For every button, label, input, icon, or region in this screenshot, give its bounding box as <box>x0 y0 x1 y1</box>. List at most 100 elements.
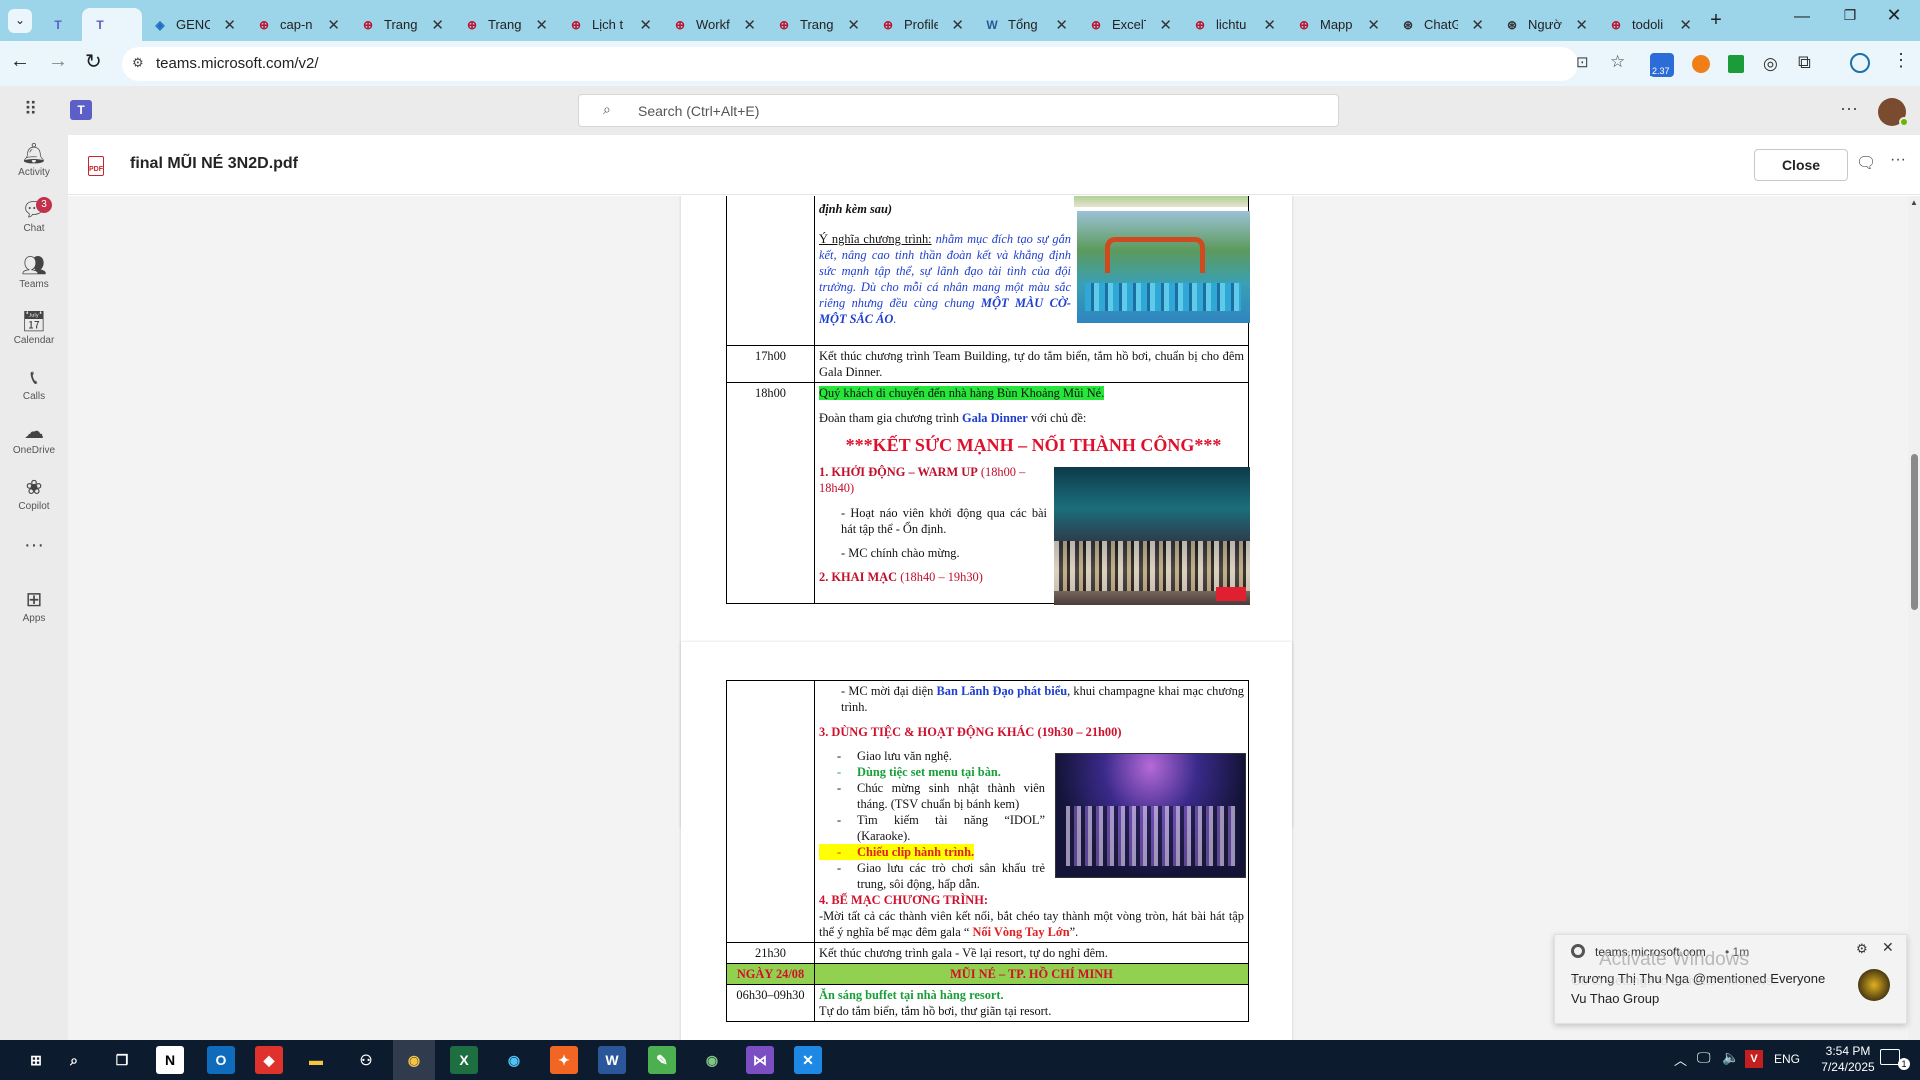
search-input[interactable]: ⌕ Search (Ctrl+Alt+E) <box>578 94 1339 127</box>
taskbar-search-icon[interactable]: ⌕ <box>60 1046 88 1074</box>
extension-green-icon[interactable] <box>1728 55 1744 73</box>
word-icon[interactable]: W <box>598 1046 626 1074</box>
close-button[interactable]: Close <box>1754 149 1848 181</box>
rail-item[interactable]: 📞︎ Calls <box>0 365 68 402</box>
volume-icon[interactable]: 🔈 <box>1722 1049 1739 1066</box>
clock-date[interactable]: 7/24/2025 <box>1818 1060 1878 1074</box>
extension-chrome-icon[interactable]: ◎ <box>1763 54 1778 74</box>
tray-chevron-icon[interactable]: ︿ <box>1674 1050 1687 1069</box>
browser-tab[interactable]: ⊛ Người ✕ <box>1494 8 1598 41</box>
tab-search-button[interactable]: ⌄ <box>8 9 32 33</box>
anydesk-icon[interactable]: ◆ <box>255 1046 283 1074</box>
closing-heading: 4. BẾ MẠC CHƯƠNG TRÌNH: <box>819 893 988 907</box>
network-icon[interactable]: 🖵 <box>1697 1049 1711 1066</box>
close-tab-icon[interactable]: ✕ <box>951 16 964 34</box>
reload-button[interactable]: ↻ <box>85 49 102 74</box>
close-tab-icon[interactable]: ✕ <box>1159 16 1172 34</box>
bookmark-star-icon[interactable]: ☆ <box>1610 52 1625 72</box>
close-tab-icon[interactable]: ✕ <box>639 16 652 34</box>
notification-center-icon[interactable] <box>1880 1049 1900 1065</box>
close-tab-icon[interactable]: ✕ <box>743 16 756 34</box>
close-tab-icon[interactable]: ✕ <box>1263 16 1276 34</box>
extensions-puzzle-icon[interactable]: ⧉ <box>1798 52 1811 73</box>
scroll-thumb[interactable] <box>1911 454 1918 610</box>
browser-tab[interactable]: ⊕ lichtu ✕ <box>1182 8 1286 41</box>
pdf-viewer[interactable]: định kèm sau) Ý nghĩa chương trình: nhằm… <box>68 196 1908 1040</box>
conversation-icon[interactable]: 🗨 <box>1856 153 1876 173</box>
rail-item[interactable]: ☁ OneDrive <box>0 419 68 456</box>
brave-icon[interactable]: ✦ <box>550 1046 578 1074</box>
browser-tab[interactable]: ⊕ ExcelT ✕ <box>1078 8 1182 41</box>
file-more-icon[interactable]: ··· <box>1890 151 1906 169</box>
bell-icon: 🔔︎ <box>21 143 47 165</box>
network-app-icon[interactable]: ⚇ <box>352 1046 380 1074</box>
restore-button[interactable]: ❐ <box>1838 7 1862 24</box>
browser-tab[interactable]: ⊕ cap-n ✕ <box>246 8 350 41</box>
browser-tab[interactable]: T <box>40 8 82 41</box>
rail-item[interactable]: 👥︎ Teams <box>0 253 68 290</box>
rail-item[interactable]: ··· <box>0 532 68 558</box>
toast-close-icon[interactable]: ✕ <box>1882 939 1894 956</box>
browser-tab[interactable]: ⊛ ChatG ✕ <box>1390 8 1494 41</box>
browser-tab[interactable]: ⊕ Workf ✕ <box>662 8 766 41</box>
browser-tab[interactable]: ⊕ Profile ✕ <box>870 8 974 41</box>
install-app-icon[interactable]: ⊡ <box>1576 53 1589 71</box>
scroll-up-arrow[interactable]: ▲ <box>1910 198 1918 207</box>
close-window-button[interactable]: ✕ <box>1882 5 1906 26</box>
browser-tab[interactable]: ⊕ todoli ✕ <box>1598 8 1702 41</box>
close-tab-icon[interactable]: ✕ <box>1575 16 1588 34</box>
browser-tab[interactable]: ⊕ Mapp ✕ <box>1286 8 1390 41</box>
chrome-icon[interactable]: ◉ <box>400 1046 428 1074</box>
extension-orange-icon[interactable] <box>1692 55 1710 73</box>
browser-tab[interactable]: ⊕ Trang ✕ <box>766 8 870 41</box>
close-tab-icon[interactable]: ✕ <box>1471 16 1484 34</box>
excel-icon[interactable]: X <box>450 1046 478 1074</box>
notion-icon[interactable]: N <box>156 1046 184 1074</box>
back-button[interactable]: ← <box>10 50 30 73</box>
profile-icon[interactable] <box>1850 53 1870 73</box>
browser-tab[interactable]: T <box>82 8 142 41</box>
outlook-icon[interactable]: O <box>207 1046 235 1074</box>
close-tab-icon[interactable]: ✕ <box>1055 16 1068 34</box>
rail-item[interactable]: 💬︎ Chat 3 <box>0 197 68 234</box>
settings-more-icon[interactable]: ··· <box>1840 98 1858 119</box>
gala-intro: Đoàn tham gia chương trình <box>819 411 962 425</box>
tray-app-icon[interactable]: V <box>1745 1050 1763 1068</box>
browser-tab[interactable]: ⊕ Trang ✕ <box>350 8 454 41</box>
toast-settings-icon[interactable]: ⚙ <box>1856 941 1868 957</box>
close-tab-icon[interactable]: ✕ <box>223 16 236 34</box>
close-tab-icon[interactable]: ✕ <box>1679 16 1692 34</box>
close-tab-icon[interactable]: ✕ <box>327 16 340 34</box>
close-tab-icon[interactable]: ✕ <box>847 16 860 34</box>
browser-tab[interactable]: ◈ GENCI ✕ <box>142 8 246 41</box>
close-tab-icon[interactable]: ✕ <box>431 16 444 34</box>
windows-start-icon[interactable]: ⊞ <box>22 1046 50 1074</box>
rail-item[interactable]: ⊞ Apps <box>0 587 68 624</box>
language-indicator[interactable]: ENG <box>1774 1052 1800 1066</box>
minimize-button[interactable]: — <box>1790 8 1814 26</box>
close-tab-icon[interactable]: ✕ <box>535 16 548 34</box>
browser-tab[interactable]: ⊕ Trang ✕ <box>454 8 558 41</box>
forward-button[interactable]: → <box>48 50 68 73</box>
rail-item[interactable]: ❀ Copilot <box>0 475 68 512</box>
rail-item[interactable]: 🔔︎ Activity <box>0 141 68 178</box>
new-tab-button[interactable]: + <box>1704 8 1728 32</box>
site-info-icon[interactable]: ⚙ <box>132 55 144 71</box>
address-bar[interactable]: ⚙ ⊡ ☆ <box>122 47 1625 81</box>
file-explorer-icon[interactable]: ▬ <box>302 1046 330 1074</box>
browser-tab[interactable]: ⊕ Lịch t ✕ <box>558 8 662 41</box>
close-tab-icon[interactable]: ✕ <box>1367 16 1380 34</box>
app-launcher-icon[interactable]: ⠿ <box>24 99 37 120</box>
vertical-scrollbar[interactable]: ▲ <box>1908 196 1920 1040</box>
tool-icon[interactable]: ✕ <box>794 1046 822 1074</box>
rail-item[interactable]: 📅︎ Calendar <box>0 309 68 346</box>
visual-studio-icon[interactable]: ⋈ <box>746 1046 774 1074</box>
browser-tab[interactable]: W Tổng ✕ <box>974 8 1078 41</box>
chrome-profile-icon[interactable]: ◉ <box>500 1046 528 1074</box>
browser-menu-icon[interactable]: ⋮ <box>1892 50 1910 71</box>
notification-toast[interactable]: teams.microsoft.com • 1m Activate Window… <box>1554 934 1907 1024</box>
task-view-icon[interactable]: ❐ <box>108 1046 136 1074</box>
chrome-alt-icon[interactable]: ◉ <box>698 1046 726 1074</box>
clock-time[interactable]: 3:54 PM <box>1818 1044 1878 1058</box>
notepad-icon[interactable]: ✎ <box>648 1046 676 1074</box>
